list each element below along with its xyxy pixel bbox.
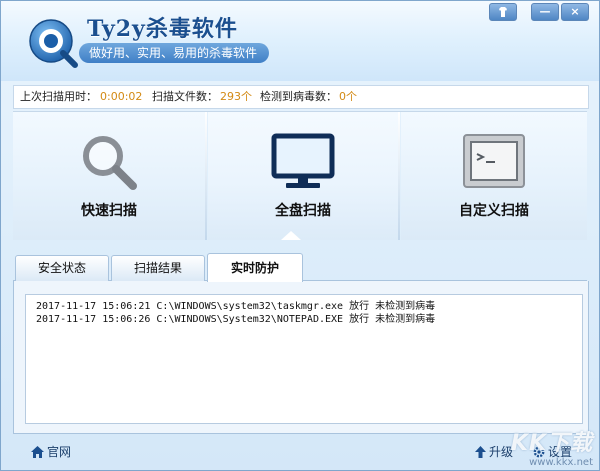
tab-security-status[interactable]: 安全状态 xyxy=(15,255,109,281)
watermark-logo: KK下载 xyxy=(510,431,593,456)
upload-arrow-icon xyxy=(475,445,486,458)
scan-panel: 快速扫描 全盘扫描 自定义扫描 xyxy=(13,111,587,240)
app-logo-icon xyxy=(29,19,78,68)
skin-icon xyxy=(499,7,507,17)
close-button[interactable]: × xyxy=(561,3,589,21)
realtime-log: 2017-11-17 15:06:21 C:\WINDOWS\system32\… xyxy=(25,294,583,424)
virus-label: 检测到病毒数： xyxy=(260,90,337,103)
quick-scan-label: 快速扫描 xyxy=(81,203,137,219)
home-icon xyxy=(31,445,44,458)
skin-button[interactable] xyxy=(489,3,517,21)
tab-scan-results[interactable]: 扫描结果 xyxy=(111,255,205,281)
upgrade-label: 升级 xyxy=(489,445,514,459)
watermark-url: www.kkx.net xyxy=(529,457,593,468)
divider xyxy=(205,112,207,240)
files-label: 扫描文件数： xyxy=(152,90,218,103)
virus-value: 0个 xyxy=(339,90,357,103)
terminal-icon xyxy=(463,134,525,188)
log-line: 2017-11-17 15:06:26 C:\WINDOWS\System32\… xyxy=(36,314,436,325)
minimize-button[interactable]: — xyxy=(531,3,559,21)
app-title: Ty2y杀毒软件 xyxy=(87,16,238,42)
full-scan-label: 全盘扫描 xyxy=(275,203,331,219)
custom-scan-button[interactable]: 自定义扫描 xyxy=(401,112,587,240)
website-link[interactable]: 官网 xyxy=(31,443,71,460)
selection-pointer xyxy=(281,231,301,240)
app-window: Ty2y杀毒软件 做好用、实用、易用的杀毒软件 — × 上次扫描用时： 0:00… xyxy=(0,0,600,471)
full-scan-button[interactable]: 全盘扫描 xyxy=(208,112,398,240)
last-scan-label: 上次扫描用时： xyxy=(20,90,97,103)
app-slogan: 做好用、实用、易用的杀毒软件 xyxy=(79,43,270,63)
website-label: 官网 xyxy=(47,445,72,459)
window-controls: — × xyxy=(489,3,589,21)
log-line: 2017-11-17 15:06:21 C:\WINDOWS\system32\… xyxy=(36,301,436,312)
quick-scan-button[interactable]: 快速扫描 xyxy=(13,112,205,240)
scan-status-bar: 上次扫描用时： 0:00:02 扫描文件数： 293个 检测到病毒数： 0个 xyxy=(13,85,589,109)
header: Ty2y杀毒软件 做好用、实用、易用的杀毒软件 — × xyxy=(1,1,599,81)
last-scan-value: 0:00:02 xyxy=(100,90,143,103)
custom-scan-label: 自定义扫描 xyxy=(459,203,529,219)
upgrade-button[interactable]: 升级 xyxy=(475,443,513,460)
watermark: KK下载 www.kkx.net xyxy=(511,425,593,468)
tab-realtime-protection[interactable]: 实时防护 xyxy=(207,253,303,282)
magnifier-icon xyxy=(83,136,137,190)
monitor-icon xyxy=(271,133,335,188)
files-value: 293个 xyxy=(220,90,252,103)
divider xyxy=(398,112,400,240)
